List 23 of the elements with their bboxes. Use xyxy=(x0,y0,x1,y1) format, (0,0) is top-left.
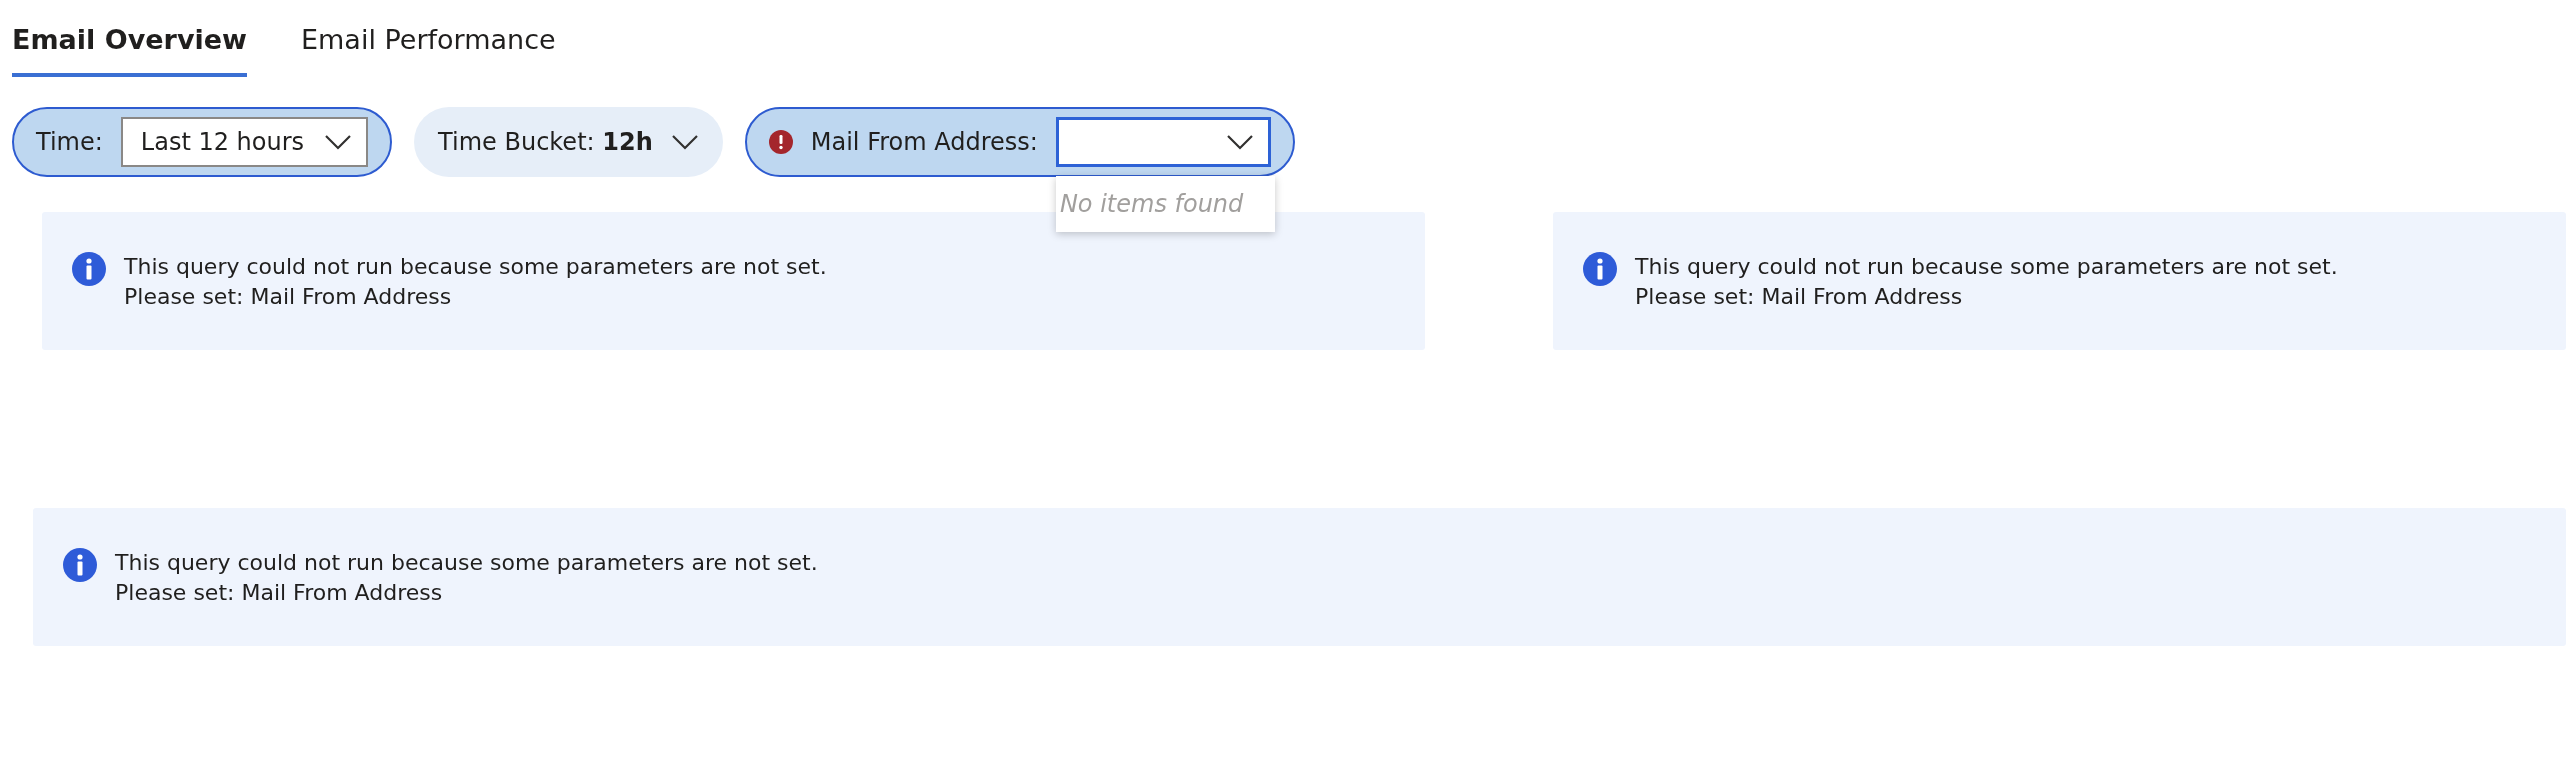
dropdown-field[interactable]: Last 12 hours xyxy=(120,116,369,167)
message-text: This query could not run because some parameters are not set. xyxy=(115,548,818,577)
info-icon xyxy=(1583,251,1617,286)
error-icon xyxy=(768,129,793,154)
filter-pill[interactable]: Time Bucket: 12h xyxy=(414,106,723,177)
message-text: This query could not run because some parameters are not set. xyxy=(1635,252,2338,281)
message-text: This query could not run because some parameters are not set. xyxy=(124,252,827,281)
message-detail: Please set: Mail From Address xyxy=(124,282,453,311)
message-detail: Please set: Mail From Address xyxy=(115,578,444,607)
empty-list-message: No items found xyxy=(1055,175,1275,232)
tab[interactable]: Email Overview xyxy=(12,20,247,77)
chevron-down-icon xyxy=(324,133,353,150)
filter-label: Mail From Address: xyxy=(810,126,1038,158)
tab[interactable]: Email Performance xyxy=(301,20,556,77)
chevron-down-icon xyxy=(1225,133,1254,150)
filter-pill[interactable]: Time: Last 12 hours xyxy=(12,106,393,177)
chevron-down-icon xyxy=(670,133,699,150)
filter-label: Time Bucket: 12h xyxy=(438,126,653,158)
info-icon xyxy=(72,251,106,286)
info-icon xyxy=(63,547,97,582)
dropdown-value: Last 12 hours xyxy=(140,126,305,158)
message-detail: Please set: Mail From Address xyxy=(1635,282,1964,311)
filter-label: Time: xyxy=(36,126,103,158)
